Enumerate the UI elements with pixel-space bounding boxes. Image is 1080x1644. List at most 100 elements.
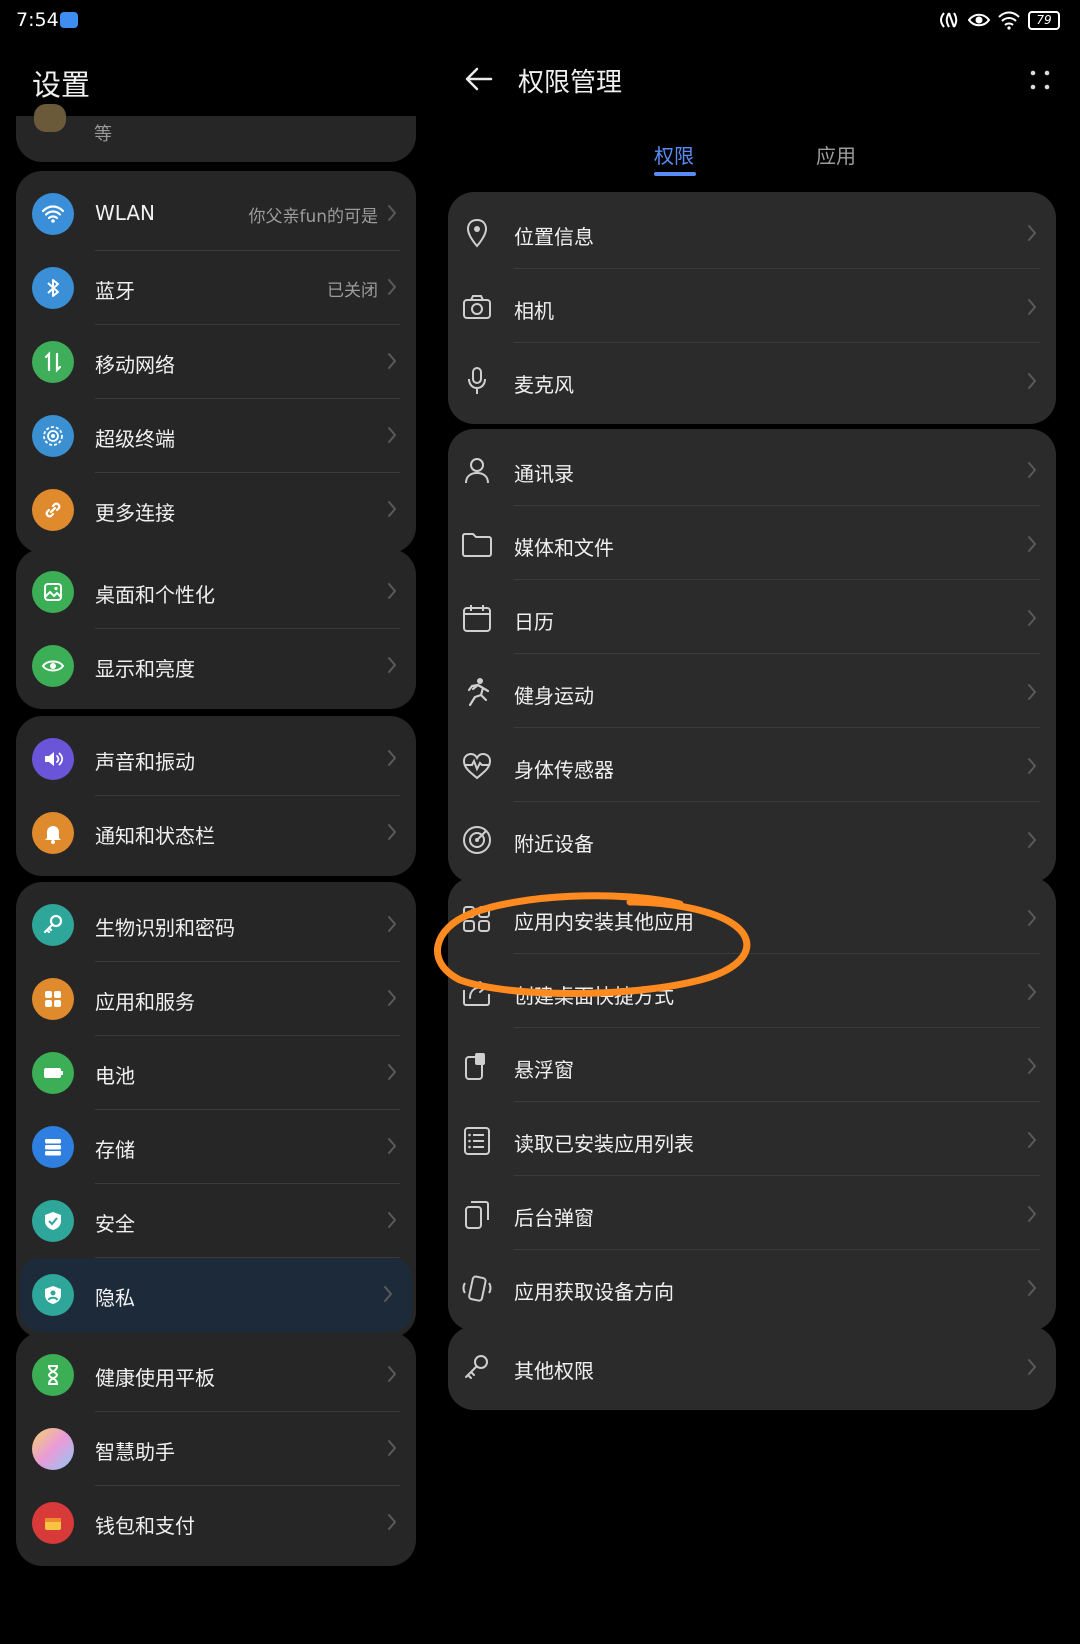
chevron-right-icon <box>1026 608 1038 628</box>
permission-item-microphone[interactable]: 麦克风 <box>448 343 1056 417</box>
mobile-network-icon <box>32 341 74 383</box>
permission-item-label: 位置信息 <box>514 225 594 249</box>
nearby-icon <box>463 826 491 854</box>
settings-item-hourglass[interactable]: 健康使用平板 <box>16 1338 416 1412</box>
storage-icon <box>32 1126 74 1168</box>
settings-item-label: 生物识别和密码 <box>95 916 235 940</box>
permission-item-other-permission[interactable]: 其他权限 <box>448 1329 1056 1403</box>
super-device-icon <box>32 415 74 457</box>
chevron-right-icon <box>386 1210 398 1230</box>
permission-item-heart-rate[interactable]: 身体传感器 <box>448 728 1056 802</box>
privacy-icon <box>32 1274 74 1316</box>
chevron-right-icon <box>386 914 398 934</box>
permission-item-label: 相机 <box>514 299 554 323</box>
avatar <box>34 104 66 132</box>
chevron-right-icon <box>1026 297 1038 317</box>
permission-group: 通讯录 媒体和文件 日历 健身运动身体传感器附近设备 <box>448 429 1056 883</box>
settings-item-mobile-network[interactable]: 移动网络 <box>16 325 416 399</box>
permission-item-contacts[interactable]: 通讯录 <box>448 432 1056 506</box>
settings-item-label: 桌面和个性化 <box>95 583 215 607</box>
chevron-right-icon <box>1026 1357 1038 1377</box>
nfc-icon <box>940 12 958 28</box>
chevron-right-icon <box>386 425 398 445</box>
microphone-icon <box>468 367 486 394</box>
settings-item-label: 超级终端 <box>95 427 175 451</box>
permission-item-folder[interactable]: 媒体和文件 <box>448 506 1056 580</box>
account-subtitle: 等 <box>94 124 112 145</box>
link-icon <box>32 489 74 531</box>
permission-item-shortcut[interactable]: 创建桌面快捷方式 <box>448 954 1056 1028</box>
settings-item-label: 移动网络 <box>95 353 175 377</box>
permission-item-label: 应用内安装其他应用 <box>514 910 694 934</box>
settings-item-wifi[interactable]: WLAN 你父亲fun的可是 <box>16 177 416 251</box>
back-arrow-icon[interactable] <box>464 64 494 94</box>
settings-item-label: 通知和状态栏 <box>95 824 215 848</box>
install-apps-icon <box>463 906 490 932</box>
wallpaper-icon <box>32 571 74 613</box>
settings-item-privacy[interactable]: 隐私 <box>20 1258 412 1332</box>
settings-item-eye[interactable]: 显示和亮度 <box>16 629 416 703</box>
permission-item-camera[interactable]: 相机 <box>448 269 1056 343</box>
app-list-icon <box>464 1127 490 1155</box>
more-options-icon[interactable] <box>1028 68 1052 92</box>
settings-item-apps[interactable]: 应用和服务 <box>16 962 416 1036</box>
chevron-right-icon <box>386 1136 398 1156</box>
account-card-partial[interactable]: 等 <box>16 104 416 162</box>
hourglass-icon <box>32 1354 74 1396</box>
chevron-right-icon <box>382 1284 394 1304</box>
chevron-right-icon <box>386 822 398 842</box>
permission-item-calendar[interactable]: 日历 <box>448 580 1056 654</box>
permission-item-label: 麦克风 <box>514 373 574 397</box>
settings-item-wallet[interactable]: 钱包和支付 <box>16 1486 416 1560</box>
settings-item-bell[interactable]: 通知和状态栏 <box>16 796 416 870</box>
settings-item-battery[interactable]: 电池 <box>16 1036 416 1110</box>
settings-item-label: 智慧助手 <box>95 1440 175 1464</box>
settings-item-storage[interactable]: 存储 <box>16 1110 416 1184</box>
settings-item-label: 隐私 <box>95 1286 135 1310</box>
wifi-status-icon <box>998 11 1020 30</box>
wifi-icon <box>32 193 74 235</box>
settings-item-shield[interactable]: 安全 <box>16 1184 416 1258</box>
settings-item-label: 蓝牙 <box>95 279 135 303</box>
permission-item-running[interactable]: 健身运动 <box>448 654 1056 728</box>
bluetooth-icon <box>32 267 74 309</box>
settings-item-label: 更多连接 <box>95 501 175 525</box>
settings-item-key[interactable]: 生物识别和密码 <box>16 888 416 962</box>
permission-item-location[interactable]: 位置信息 <box>448 195 1056 269</box>
settings-item-label: 电池 <box>95 1064 135 1088</box>
permission-item-install-apps[interactable]: 应用内安装其他应用 <box>448 880 1056 954</box>
permission-item-app-list[interactable]: 读取已安装应用列表 <box>448 1102 1056 1176</box>
settings-group: 桌面和个性化 显示和亮度 <box>16 549 416 709</box>
permission-item-popup[interactable]: 后台弹窗 <box>448 1176 1056 1250</box>
chevron-right-icon <box>386 988 398 1008</box>
permission-item-label: 身体传感器 <box>514 758 614 782</box>
settings-item-bluetooth[interactable]: 蓝牙 已关闭 <box>16 251 416 325</box>
chevron-right-icon <box>386 581 398 601</box>
status-icons: 79 <box>938 10 1060 30</box>
active-tab-indicator <box>654 172 696 176</box>
permission-item-label: 后台弹窗 <box>514 1206 594 1230</box>
shield-icon <box>32 1200 74 1242</box>
chevron-right-icon <box>1026 1056 1038 1076</box>
settings-item-speaker[interactable]: 声音和振动 <box>16 722 416 796</box>
eye-comfort-icon <box>968 13 990 27</box>
settings-item-wallpaper[interactable]: 桌面和个性化 <box>16 555 416 629</box>
tab-apps[interactable]: 应用 <box>816 140 856 169</box>
permission-item-orientation[interactable]: 应用获取设备方向 <box>448 1250 1056 1324</box>
status-time: 7:54 <box>16 9 59 31</box>
status-bar: 7:54 79 <box>0 0 1080 44</box>
other-permission-icon <box>465 1355 488 1379</box>
speaker-icon <box>32 738 74 780</box>
settings-item-label: 显示和亮度 <box>95 657 195 681</box>
settings-item-super-device[interactable]: 超级终端 <box>16 399 416 473</box>
chevron-right-icon <box>386 1438 398 1458</box>
settings-item-label: 存储 <box>95 1138 135 1162</box>
settings-item-assistant[interactable]: 智慧助手 <box>16 1412 416 1486</box>
settings-item-link[interactable]: 更多连接 <box>16 473 416 547</box>
permission-item-label: 应用获取设备方向 <box>514 1280 674 1304</box>
wallet-icon <box>32 1502 74 1544</box>
permission-item-floating-window[interactable]: 悬浮窗 <box>448 1028 1056 1102</box>
settings-item-value: 你父亲fun的可是 <box>248 207 378 227</box>
tab-permissions[interactable]: 权限 <box>654 140 694 169</box>
permission-item-nearby[interactable]: 附近设备 <box>448 802 1056 876</box>
